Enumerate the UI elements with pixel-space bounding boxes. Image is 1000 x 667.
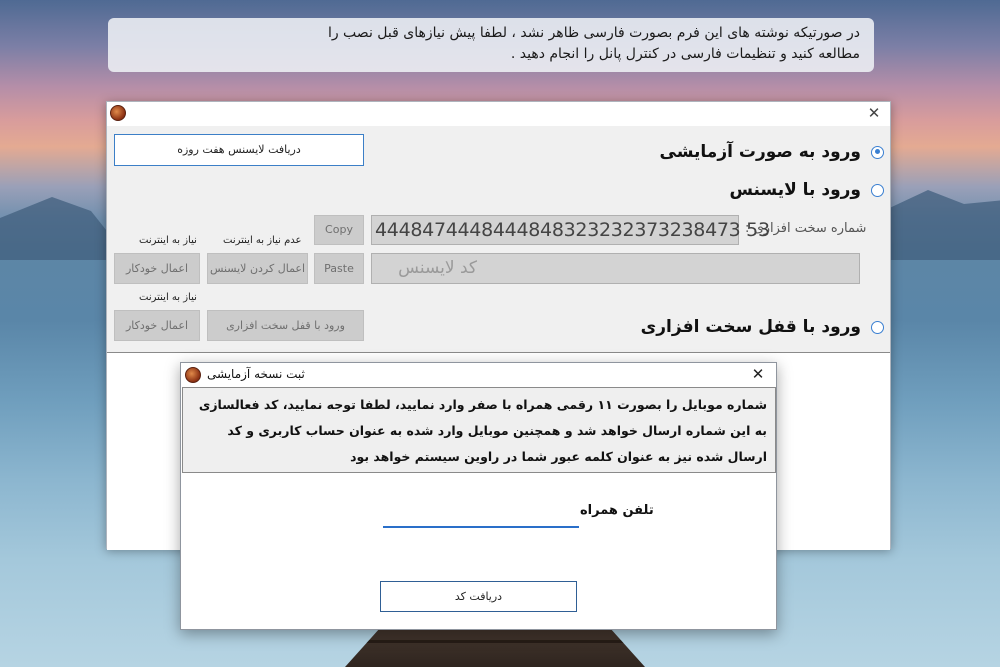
option-trial-label: ورود به صورت آزمایشی xyxy=(659,142,861,162)
option-hardware-lock-label: ورود با قفل سخت افزاری xyxy=(640,317,861,337)
license-code-placeholder: کد لایسنس xyxy=(398,258,477,278)
banner-line-1: در صورتیکه نوشته های این فرم بصورت فارسی… xyxy=(327,25,860,41)
get-code-button[interactable]: دریافت کد xyxy=(380,581,577,612)
window-close-button[interactable]: ✕ xyxy=(864,103,884,123)
dialog-message: شماره موبایل را بصورت ۱۱ رقمی همراه با ص… xyxy=(182,387,776,473)
get-trial-license-button[interactable]: دریافت لایسنس هفت روزه xyxy=(114,134,364,166)
trial-radio[interactable] xyxy=(871,145,884,159)
auto-apply-hardware-button[interactable]: اعمال خودکار xyxy=(114,310,200,341)
option-trial[interactable]: ورود به صورت آزمایشی xyxy=(660,142,884,162)
hardware-lock-radio[interactable] xyxy=(871,320,884,334)
banner-line-2: مطالعه کنید و تنظیمات فارسی در کنترل پان… xyxy=(510,46,860,62)
dialog-title: ثبت نسخه آزمایشی xyxy=(207,367,305,381)
note-no-internet-needed: عدم نیاز به اینترنت xyxy=(223,235,302,246)
option-hardware-lock[interactable]: ورود با قفل سخت افزاری xyxy=(641,317,884,337)
license-radio[interactable] xyxy=(871,183,884,197)
option-license[interactable]: ورود با لایسنس xyxy=(729,180,884,200)
serial-number-field: 4448474448444848323232373238473 53 xyxy=(371,215,770,245)
license-code-input[interactable]: کد لایسنس xyxy=(371,253,860,284)
phone-input[interactable] xyxy=(383,497,579,528)
dialog-title-bar: ثبت نسخه آزمایشی ✕ xyxy=(181,363,776,387)
paste-button[interactable]: Paste xyxy=(314,253,364,284)
serial-number-value: 4448474448444848323232373238473 53 xyxy=(375,219,770,241)
apply-license-button[interactable]: اعمال کردن لایسنس xyxy=(207,253,308,284)
copy-button[interactable]: Copy xyxy=(314,215,364,245)
app-logo-icon xyxy=(110,105,126,121)
dialog-close-button[interactable]: ✕ xyxy=(748,364,768,384)
note-internet-needed-2: نیاز به اینترنت xyxy=(139,292,197,303)
phone-label: تلفن همراه xyxy=(580,503,654,518)
hardware-lock-login-button[interactable]: ورود با قفل سخت افزاری xyxy=(207,310,364,341)
dialog-logo-icon xyxy=(185,367,201,383)
language-notice-banner: در صورتیکه نوشته های این فرم بصورت فارسی… xyxy=(108,18,874,72)
auto-apply-license-button[interactable]: اعمال خودکار xyxy=(114,253,200,284)
note-internet-needed-1: نیاز به اینترنت xyxy=(139,235,197,246)
trial-registration-dialog: ثبت نسخه آزمایشی ✕ شماره موبایل را بصورت… xyxy=(180,362,777,630)
option-license-label: ورود با لایسنس xyxy=(729,180,861,200)
window-title-bar: ✕ xyxy=(107,102,890,126)
